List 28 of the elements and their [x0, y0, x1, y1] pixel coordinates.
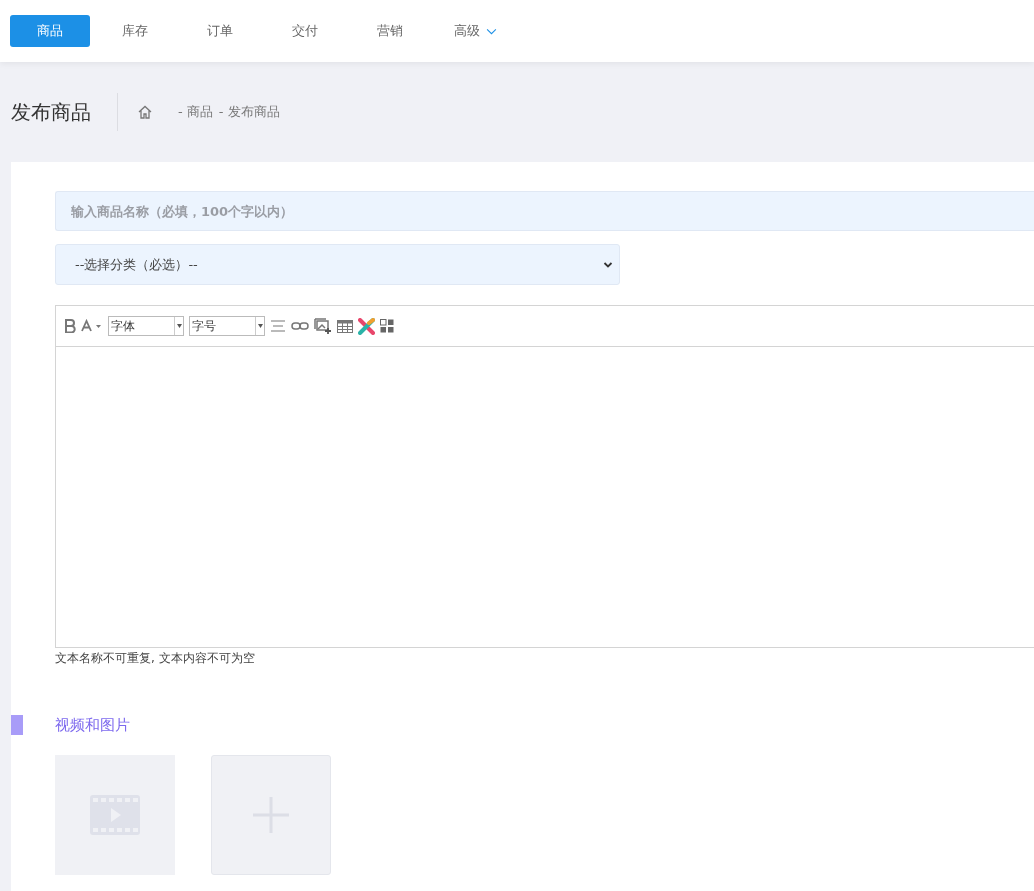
- nav-tab[interactable]: 商品: [10, 15, 90, 47]
- editor-dropdown[interactable]: 字号: [189, 316, 265, 336]
- nav-tab[interactable]: 营销: [350, 15, 430, 47]
- product-name-field[interactable]: 输入商品名称（必填，100个字以内）: [55, 191, 1034, 231]
- page-title: 发布商品: [11, 98, 91, 126]
- nav-tab[interactable]: 库存: [95, 15, 175, 47]
- grid-icon[interactable]: [380, 319, 394, 333]
- table-icon[interactable]: [337, 319, 353, 333]
- category-select[interactable]: --选择分类（必选）--: [55, 244, 620, 285]
- home-icon[interactable]: [137, 104, 153, 120]
- nav-tab[interactable]: 订单: [180, 15, 260, 47]
- breadcrumb-item[interactable]: - 发布商品: [218, 103, 280, 121]
- nav-tab[interactable]: 高级: [435, 15, 515, 47]
- section-marker: [11, 715, 23, 735]
- section-title: 视频和图片: [55, 715, 130, 735]
- font-color-icon[interactable]: [81, 319, 103, 333]
- insert-image-icon[interactable]: [314, 318, 332, 334]
- bold-icon[interactable]: [64, 319, 76, 333]
- caret-icon: [257, 324, 263, 328]
- chevron-down-icon: [485, 27, 497, 35]
- nav-tab[interactable]: 交付: [265, 15, 345, 47]
- link-icon[interactable]: [291, 321, 309, 331]
- colorful-cross-icon[interactable]: [358, 317, 375, 335]
- breadcrumb-item[interactable]: - 商品: [178, 103, 213, 121]
- caret-icon: [176, 324, 182, 328]
- hint-text: 文本名称不可重复, 文本内容不可为空: [55, 650, 256, 667]
- editor-dropdown[interactable]: 字体: [108, 316, 184, 336]
- chevron-down-icon: [603, 260, 613, 269]
